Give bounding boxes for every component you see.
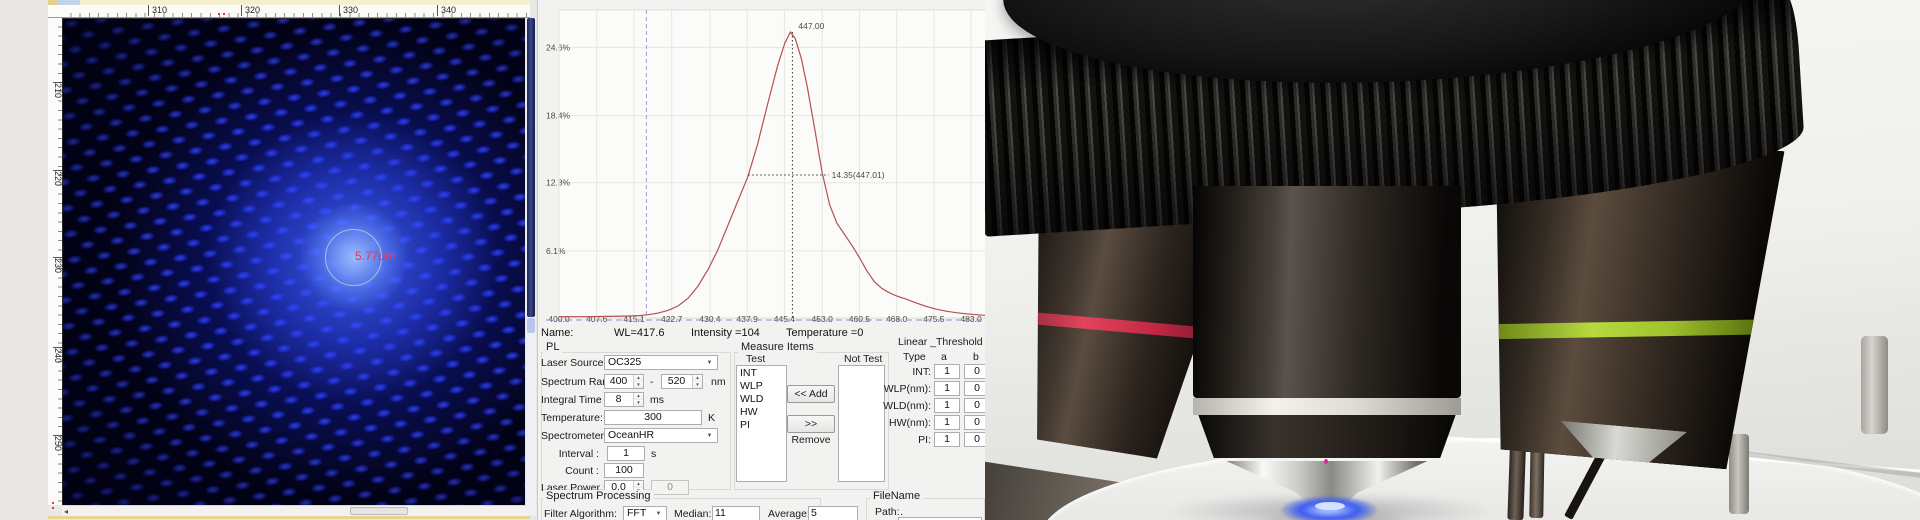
threshold-row-label: WLP(nm): [874, 383, 931, 395]
threshold-b-field[interactable]: 0 [964, 415, 985, 430]
green-magnification-ring [1468, 319, 1778, 339]
threshold-row-label: WLD(nm): [874, 400, 931, 412]
filename-title: FileName [870, 490, 923, 502]
average-field[interactable]: 5 [808, 506, 858, 520]
svg-text:453.0: 453.0 [812, 314, 834, 324]
pl-group-title: PL [543, 341, 562, 353]
stage-post [1729, 434, 1749, 514]
stage-knob [1861, 336, 1888, 434]
v-ruler-label: 210 [48, 82, 62, 112]
v-ruler-label: 240 [48, 347, 62, 377]
svg-text:422.7: 422.7 [661, 314, 683, 324]
ruler-corner [48, 5, 62, 18]
threshold-col-type: Type [903, 351, 926, 363]
measurement-label: 5.77μm [355, 249, 395, 263]
v-scrollbar-handle[interactable] [527, 318, 535, 333]
threshold-b-field[interactable]: 0 [964, 398, 985, 413]
h-ruler-label: 330 [339, 5, 358, 16]
laser-spot-glow [63, 19, 525, 505]
filter-algorithm-combobox[interactable]: FFT▼ [623, 506, 667, 520]
svg-text:468.0: 468.0 [886, 314, 908, 324]
svg-text:6.1%: 6.1% [546, 246, 566, 256]
svg-text:12.3%: 12.3% [546, 178, 571, 188]
objective-lens-center [1193, 186, 1461, 510]
objective-lower-section [1198, 415, 1455, 458]
intensity-value: Intensity =104 [691, 327, 760, 339]
chevron-down-icon[interactable]: ▼ [652, 508, 665, 519]
laser-glow-core [1315, 502, 1345, 510]
vertical-scrollbar[interactable] [526, 18, 536, 516]
threshold-col-b: b [973, 351, 979, 363]
threshold-row-label: HW(nm): [874, 417, 931, 429]
median-field[interactable]: 11 [712, 506, 760, 520]
path-label: Path: [875, 506, 900, 518]
image-viewer-panel: 310 320 330 340 210 220 230 240 250 5.77… [0, 0, 537, 520]
horizontal-ruler: 310 320 330 340 [62, 5, 530, 18]
microscope-photo [985, 0, 1920, 520]
svg-text:430.4: 430.4 [699, 314, 721, 324]
h-ruler-label: 340 [437, 5, 456, 16]
svg-text:447.00: 447.00 [798, 21, 824, 31]
spectrum-chart: 6.1%12.3%18.4%24.6%400.0407.6415.1422.74… [538, 0, 985, 324]
v-ruler-label: 220 [48, 170, 62, 200]
count-row: Count : 100 [541, 463, 731, 479]
svg-text:18.4%: 18.4% [546, 111, 571, 121]
measure-items-title: Measure Items [738, 341, 817, 353]
h-ruler-label: 320 [241, 5, 260, 16]
spectrum-app-panel: 6.1%12.3%18.4%24.6%400.0407.6415.1422.74… [537, 0, 985, 520]
scroll-left-arrow-icon[interactable]: ◂ [64, 507, 68, 516]
filter-algorithm-label: Filter Algorithm: [544, 508, 617, 520]
count-label: Count : [541, 465, 599, 477]
viewer-bottom-accent [48, 516, 530, 519]
h-scrollbar-thumb[interactable] [350, 507, 408, 515]
threshold-col-a: a [941, 351, 947, 363]
v-ruler-label: 230 [48, 257, 62, 287]
spectrum-processing-title: Spectrum Processing [543, 490, 654, 502]
threshold-a-field[interactable]: 1 [934, 364, 960, 379]
svg-text:437.9: 437.9 [737, 314, 759, 324]
objective-barrel [1193, 186, 1461, 398]
name-label: Name: [541, 327, 573, 339]
wavelength-value: WL=417.6 [614, 327, 664, 339]
white-magnification-ring [1193, 398, 1461, 415]
svg-text:14.35(447.01): 14.35(447.01) [832, 170, 885, 180]
vertical-ruler: 210 220 230 240 250 [48, 18, 62, 505]
threshold-b-field[interactable]: 0 [964, 432, 985, 447]
threshold-b-field[interactable]: 0 [964, 364, 985, 379]
svg-text:460.5: 460.5 [849, 314, 871, 324]
threshold-a-field[interactable]: 1 [934, 398, 960, 413]
threshold-a-field[interactable]: 1 [934, 432, 960, 447]
svg-text:445.4: 445.4 [774, 314, 796, 324]
threshold-rows: INT:10WLP(nm):10WLD(nm):10HW(nm):10PI:10 [538, 364, 985, 454]
v-scrollbar-thumb[interactable] [527, 18, 535, 317]
h-ruler-label: 310 [148, 5, 167, 16]
average-label: Average: [768, 508, 810, 520]
h-ruler-cursor-mark [218, 13, 225, 15]
threshold-b-field[interactable]: 0 [964, 381, 985, 396]
svg-text:483.0: 483.0 [960, 314, 982, 324]
count-field[interactable]: 100 [604, 463, 644, 478]
svg-text:24.6%: 24.6% [546, 42, 571, 52]
v-ruler-cursor-mark [52, 502, 54, 509]
temperature-value: Temperature =0 [786, 327, 863, 339]
svg-text:400.0: 400.0 [548, 314, 570, 324]
linear-threshold-title: Linear _Threshold [898, 336, 983, 348]
v-ruler-label: 250 [48, 435, 62, 465]
laser-power-readout: 0 [651, 480, 689, 495]
threshold-a-field[interactable]: 1 [934, 415, 960, 430]
threshold-row-label: PI: [874, 434, 931, 446]
threshold-a-field[interactable]: 1 [934, 381, 960, 396]
microscope-camera-image[interactable]: 5.77μm [62, 18, 525, 505]
svg-text:475.5: 475.5 [923, 314, 945, 324]
threshold-row-label: INT: [874, 366, 931, 378]
horizontal-scrollbar[interactable]: ◂ [62, 505, 530, 516]
median-label: Median: [674, 508, 711, 520]
svg-text:407.6: 407.6 [586, 314, 608, 324]
